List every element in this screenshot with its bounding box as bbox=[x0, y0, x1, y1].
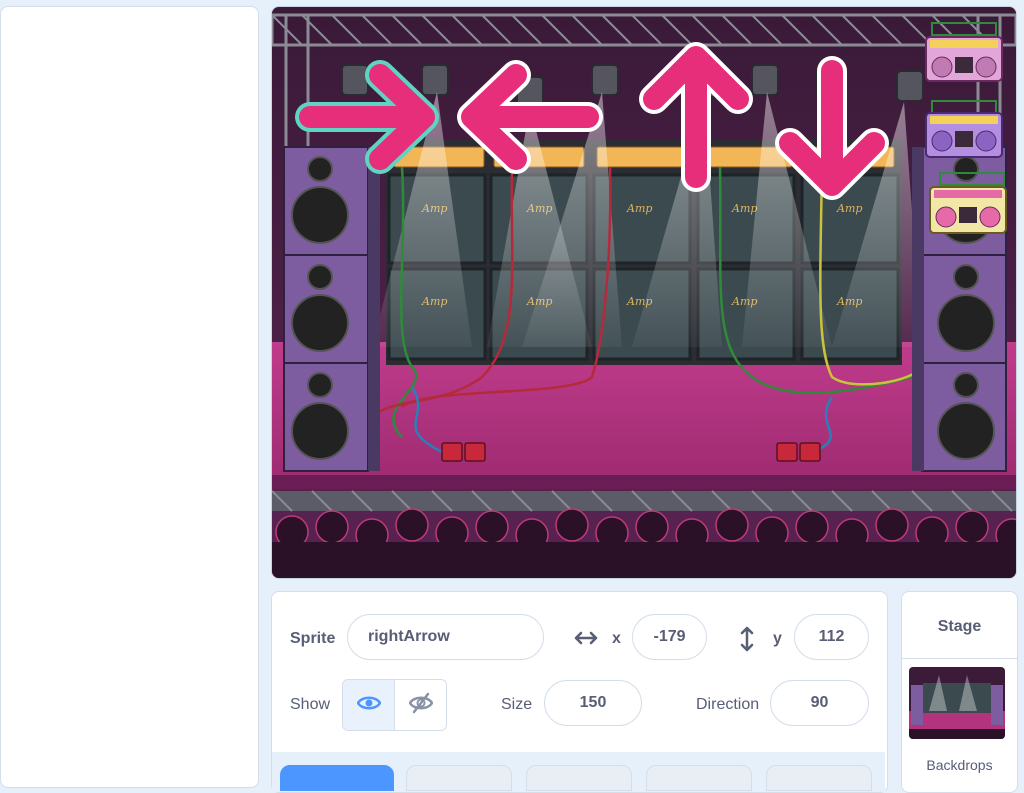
y-input[interactable]: 112 bbox=[794, 614, 869, 660]
direction-input[interactable]: 90 bbox=[770, 680, 869, 726]
direction-label: Direction bbox=[696, 696, 760, 713]
stage-selector[interactable]: Stage Backdrops bbox=[901, 591, 1018, 793]
sprite-boombox[interactable] bbox=[925, 100, 1003, 158]
sprite-label: Sprite bbox=[290, 630, 336, 647]
size-input[interactable]: 150 bbox=[544, 680, 642, 726]
sprite-thumb[interactable] bbox=[646, 765, 752, 791]
x-label: x bbox=[612, 630, 621, 647]
size-label: Size bbox=[501, 696, 533, 713]
sprite-thumb-selected[interactable] bbox=[280, 765, 394, 791]
eye-hidden-icon bbox=[408, 692, 433, 719]
show-hidden-button[interactable] bbox=[395, 680, 446, 730]
backdrops-label: Backdrops bbox=[926, 757, 993, 773]
sprite-thumb[interactable] bbox=[526, 765, 632, 791]
y-label: y bbox=[773, 630, 782, 647]
backdrop-thumbnail[interactable] bbox=[909, 667, 1005, 739]
vertical-arrows-icon bbox=[738, 625, 756, 658]
sprite-boombox[interactable] bbox=[925, 22, 1003, 82]
x-input[interactable]: -179 bbox=[632, 614, 707, 660]
divider bbox=[902, 658, 1017, 659]
sprite-boombox[interactable] bbox=[929, 172, 1007, 234]
sprite-thumb[interactable] bbox=[406, 765, 512, 791]
show-visible-button[interactable] bbox=[343, 680, 395, 730]
eye-icon bbox=[356, 694, 381, 717]
sprite-down-arrow[interactable] bbox=[775, 56, 889, 200]
code-area[interactable] bbox=[0, 6, 259, 788]
sprite-up-arrow[interactable] bbox=[639, 42, 753, 192]
visibility-toggle bbox=[342, 679, 447, 731]
stage-title: Stage bbox=[937, 618, 982, 635]
stage-canvas[interactable]: Amp Amp Amp Amp Amp Amp Amp Amp Amp Amp bbox=[271, 6, 1017, 579]
show-label: Show bbox=[290, 696, 331, 713]
sprite-right-arrow[interactable] bbox=[295, 60, 439, 174]
sprite-thumb[interactable] bbox=[766, 765, 872, 791]
sprite-list-tabs bbox=[272, 752, 885, 792]
horizontal-arrows-icon bbox=[573, 628, 599, 653]
sprite-name-input[interactable]: rightArrow bbox=[347, 614, 544, 660]
sprite-left-arrow[interactable] bbox=[457, 60, 603, 174]
sprite-layer bbox=[295, 22, 1007, 234]
sprite-info-panel: Sprite rightArrow x -179 y 112 Show Size… bbox=[271, 591, 888, 793]
